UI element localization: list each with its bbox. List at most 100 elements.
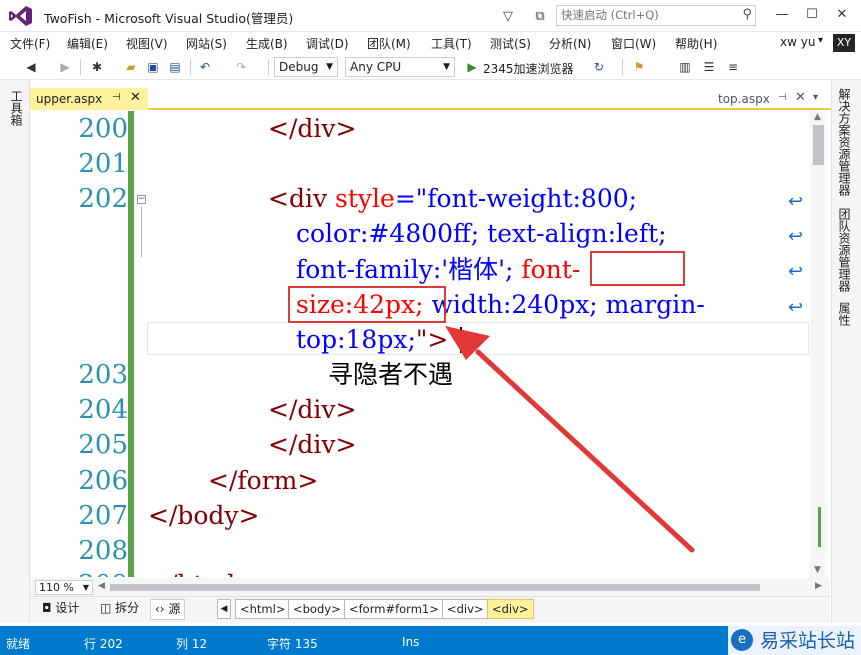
solution-platform-select[interactable]: Any CPU ▼ — [345, 57, 455, 77]
chevron-down-icon: ▼ — [443, 62, 450, 72]
line-number: 205 — [78, 430, 128, 460]
menu-build[interactable]: 生成(B) — [246, 35, 288, 52]
code-line-209: </html> — [148, 569, 256, 577]
menu-help[interactable]: 帮助(H) — [675, 35, 717, 52]
chevron-down-icon: ▼ — [82, 583, 89, 592]
breadcrumb-html[interactable]: <html> — [235, 599, 291, 619]
toolbar-separator — [622, 59, 623, 75]
status-insert-mode: Ins — [402, 635, 420, 649]
code-value: ="font-weight:800; — [394, 184, 638, 213]
search-icon[interactable]: ⚲ — [742, 7, 752, 22]
tab-upper-aspx[interactable]: upper.aspx ⊣ ✕ — [30, 88, 148, 110]
tab-top-aspx[interactable]: top.aspx — [718, 92, 770, 106]
navigate-back-icon[interactable]: ◀ — [22, 58, 40, 76]
team-explorer-tab[interactable]: 团队资源管理器 — [836, 208, 853, 292]
code-line-204: </div> — [268, 395, 357, 424]
zoom-select[interactable]: 110 % ▼ — [35, 580, 93, 595]
code-editor[interactable]: 200 201 202 203 204 205 206 207 208 209 … — [30, 111, 810, 577]
menu-window[interactable]: 窗口(W) — [611, 35, 656, 52]
line-number: 206 — [78, 466, 128, 496]
feedback-icon[interactable]: ⧉ — [530, 6, 550, 26]
format-document-icon[interactable]: ▥ — [676, 58, 694, 76]
solution-configuration-select[interactable]: Debug ▼ — [274, 57, 338, 77]
maximize-button[interactable]: ☐ — [798, 4, 826, 26]
chevron-down-icon[interactable]: ▾ — [813, 92, 818, 103]
line-number: 207 — [78, 501, 128, 531]
scroll-left-icon[interactable]: ◀ — [98, 581, 105, 591]
menu-website[interactable]: 网站(S) — [186, 35, 227, 52]
watermark-text: 易采站长站 — [760, 630, 856, 652]
menu-analyze[interactable]: 分析(N) — [549, 35, 591, 52]
source-view-button[interactable]: ‹› 源 — [150, 599, 186, 620]
close-button[interactable]: ✕ — [828, 4, 856, 26]
menu-team[interactable]: 团队(M) — [367, 35, 411, 52]
pin-icon[interactable]: ⊣ — [112, 92, 121, 103]
line-number: 204 — [78, 395, 128, 425]
user-name[interactable]: xw yu — [780, 35, 815, 49]
chevron-down-icon[interactable]: ▾ — [818, 35, 823, 46]
annotation-highlight-box — [288, 286, 446, 323]
code-value: font-family:'楷体'; — [296, 255, 522, 284]
line-number: 202 — [78, 184, 128, 214]
code-line-207: </body> — [148, 501, 260, 530]
standard-toolbar: ◀ ▶ ✱ ▰ ▣ ▤ ↶ ↷ Debug ▼ Any CPU ▼ ▶ 2345… — [0, 54, 861, 80]
save-all-icon[interactable]: ▤ — [166, 58, 184, 76]
solution-explorer-tab[interactable]: 解决方案资源管理器 — [836, 88, 853, 196]
split-view-label: 拆分 — [115, 601, 140, 615]
menu-debug[interactable]: 调试(D) — [306, 35, 349, 52]
navigate-forward-icon[interactable]: ▶ — [56, 58, 74, 76]
collapse-region-icon[interactable]: − — [137, 195, 146, 204]
split-view-button[interactable]: ◫ 拆分 — [96, 599, 143, 620]
visual-studio-logo-icon — [9, 6, 32, 26]
breadcrumb-scroll-left-icon[interactable]: ◀ — [217, 599, 231, 619]
scroll-down-icon[interactable]: ▼ — [814, 565, 821, 575]
properties-tab[interactable]: 属性 — [836, 302, 853, 326]
annotation-highlight-box — [590, 251, 685, 286]
quick-launch-input[interactable] — [561, 8, 731, 22]
uncomment-lines-icon[interactable]: ≡ — [724, 58, 742, 76]
code-tag: "> — [415, 325, 449, 354]
menu-file[interactable]: 文件(F) — [10, 35, 50, 52]
breadcrumb-div[interactable]: <div> — [442, 599, 489, 619]
open-file-icon[interactable]: ▰ — [122, 58, 140, 76]
design-view-button[interactable]: ◘ 设计 — [38, 599, 83, 620]
start-debugging-button[interactable]: 2345加速浏览器 — [483, 60, 574, 77]
line-number: 201 — [78, 149, 128, 179]
menu-edit[interactable]: 编辑(E) — [67, 35, 108, 52]
notification-filter-icon[interactable]: ▽ — [498, 6, 518, 26]
avatar[interactable]: XY — [833, 34, 855, 52]
vertical-scroll-thumb[interactable] — [813, 125, 824, 165]
toolbox-tab[interactable]: 工具箱 — [8, 90, 25, 126]
menu-view[interactable]: 视图(V) — [126, 35, 168, 52]
code-value: top:18px; — [296, 325, 416, 354]
start-debugging-icon[interactable]: ▶ — [463, 58, 481, 76]
redo-icon[interactable]: ↷ — [232, 58, 250, 76]
save-icon[interactable]: ▣ — [144, 58, 162, 76]
close-icon[interactable]: ✕ — [795, 90, 806, 105]
code-tag: <div — [268, 184, 336, 213]
source-icon: ‹› — [155, 602, 169, 616]
tab-label: upper.aspx — [36, 92, 103, 106]
quick-launch-box[interactable]: ⚲ — [556, 5, 756, 26]
undo-icon[interactable]: ↶ — [196, 58, 214, 76]
breadcrumb-div-current[interactable]: <div> — [487, 599, 534, 619]
close-icon[interactable]: ✕ — [130, 90, 141, 105]
new-project-icon[interactable]: ✱ — [88, 58, 106, 76]
horizontal-scroll-thumb[interactable] — [110, 584, 760, 591]
pin-icon[interactable]: ⊣ — [778, 92, 787, 103]
breadcrumb-body[interactable]: <body> — [288, 599, 346, 619]
scroll-right-icon[interactable]: ▶ — [815, 581, 822, 591]
minimize-button[interactable]: — — [768, 4, 796, 26]
current-line-highlight — [147, 322, 809, 355]
menu-tools[interactable]: 工具(T) — [431, 35, 472, 52]
word-wrap-icon: ↩ — [788, 261, 804, 282]
menu-test[interactable]: 测试(S) — [490, 35, 531, 52]
browser-link-icon[interactable]: ⚑ — [630, 58, 648, 76]
scroll-up-icon[interactable]: ▲ — [814, 112, 821, 122]
comment-lines-icon[interactable]: ☰ — [700, 58, 718, 76]
zoom-value: 110 % — [39, 581, 74, 594]
site-watermark: e 易采站长站 — [728, 626, 861, 655]
refresh-icon[interactable]: ↻ — [590, 58, 608, 76]
breadcrumb-form[interactable]: <form#form1> — [344, 599, 444, 619]
design-view-label: 设计 — [55, 601, 80, 615]
